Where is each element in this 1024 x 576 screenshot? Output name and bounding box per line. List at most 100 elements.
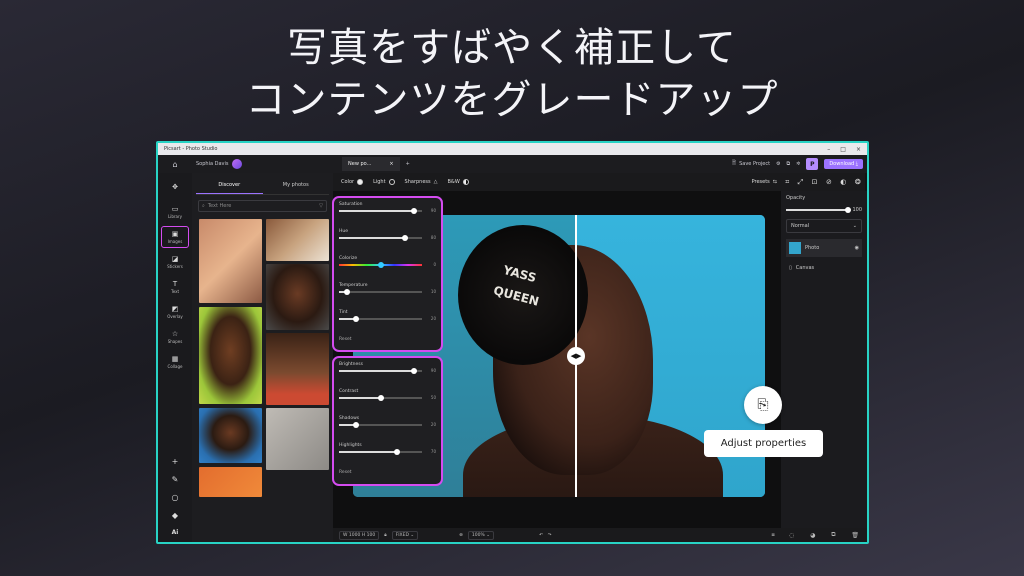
- tab-my-photos[interactable]: My photos: [263, 174, 330, 193]
- layers-toggle-icon[interactable]: ≣: [771, 533, 775, 538]
- close-window-button[interactable]: ×: [856, 146, 861, 153]
- mask-icon[interactable]: ◌: [789, 532, 794, 539]
- compare-handle-icon[interactable]: ◀▶: [567, 347, 585, 365]
- contrast-icon[interactable]: ◐: [840, 178, 846, 186]
- width-input[interactable]: 1000: [349, 533, 360, 538]
- presets-button[interactable]: Presets ⇆: [752, 179, 777, 185]
- image-thumb-3[interactable]: [266, 264, 329, 330]
- rail-item-library[interactable]: ▭ Library: [161, 201, 189, 223]
- lock-icon[interactable]: 🔒︎: [384, 532, 386, 538]
- tab-new-project[interactable]: New po... ×: [342, 157, 400, 171]
- layer-photo[interactable]: Photo ◉: [786, 239, 862, 257]
- blend-icon[interactable]: ◕: [810, 532, 815, 539]
- avatar[interactable]: [231, 159, 242, 169]
- image-thumb-6[interactable]: [199, 408, 262, 463]
- light-slider-knob[interactable]: [352, 422, 359, 428]
- light-slider-knob[interactable]: [394, 449, 401, 455]
- minimize-button[interactable]: –: [827, 146, 830, 153]
- color-slider-track[interactable]: 90: [339, 208, 436, 214]
- search-box[interactable]: ⌕ Text Here ▽: [198, 200, 327, 212]
- download-button[interactable]: Download ⤓: [824, 159, 863, 169]
- height-input[interactable]: 100: [367, 533, 376, 538]
- gear-icon[interactable]: ✲: [796, 161, 800, 167]
- adjust-color[interactable]: Color: [341, 179, 364, 185]
- tab-close-icon[interactable]: ×: [389, 161, 393, 167]
- undo-icon[interactable]: ↶: [539, 533, 543, 538]
- light-slider-row: Contrast 50: [339, 389, 436, 401]
- image-thumb-1[interactable]: [199, 219, 262, 303]
- color-slider-knob[interactable]: [377, 262, 384, 268]
- size-fields[interactable]: W 1000 H 100: [339, 530, 380, 540]
- color-slider-track[interactable]: 10: [339, 289, 436, 295]
- rail-item-overlay[interactable]: ◩ Overlay: [161, 301, 189, 323]
- color-slider-track[interactable]: 20: [339, 316, 436, 322]
- add-tab-icon[interactable]: +: [406, 161, 410, 167]
- add-icon[interactable]: +: [172, 457, 179, 466]
- visibility-icon[interactable]: ◉: [855, 245, 859, 251]
- rail-item-text[interactable]: T Text: [161, 276, 189, 298]
- image-thumb-7[interactable]: [266, 408, 329, 470]
- color-reset-button[interactable]: Reset: [339, 337, 436, 342]
- rail-item-shapes[interactable]: ☆ Shapes: [161, 326, 189, 348]
- ai-button[interactable]: Ai: [172, 529, 179, 536]
- redo-icon[interactable]: ↷: [548, 533, 552, 538]
- rail-move-icon[interactable]: ✥: [161, 176, 189, 198]
- transform-icon[interactable]: ⤢: [798, 178, 804, 187]
- chevron-down-icon: ⌄: [852, 223, 857, 229]
- layer-canvas[interactable]: ▯ Canvas: [786, 259, 862, 277]
- adjust-icon[interactable]: ⊡: [812, 178, 818, 186]
- share-icon[interactable]: ⧉: [787, 161, 791, 167]
- delete-icon[interactable]: 🗑︎: [851, 532, 859, 539]
- color-slider-knob[interactable]: [410, 208, 417, 214]
- tab-discover[interactable]: Discover: [196, 174, 263, 194]
- opacity-slider[interactable]: [786, 207, 852, 213]
- circle-icon[interactable]: ○: [172, 493, 179, 502]
- brush-icon[interactable]: ✎: [172, 475, 179, 484]
- color-slider-knob[interactable]: [352, 316, 359, 322]
- filters-icon[interactable]: ❂: [855, 178, 861, 186]
- light-slider-track[interactable]: 50: [339, 395, 436, 401]
- image-thumb-5[interactable]: [266, 333, 329, 405]
- adjust-bw[interactable]: B&W: [448, 179, 469, 185]
- effects-icon[interactable]: ⊘: [826, 178, 832, 186]
- save-label: Save Project: [739, 161, 771, 167]
- blend-mode-select[interactable]: Normal ⌄: [786, 219, 862, 233]
- light-slider-row: Brightness 90: [339, 362, 436, 374]
- rail-item-stickers[interactable]: ◪ Stickers: [161, 251, 189, 273]
- crop-icon[interactable]: ⌗: [785, 178, 789, 187]
- adjust-properties-icon[interactable]: ⎘: [744, 386, 782, 424]
- light-slider-track[interactable]: 70: [339, 449, 436, 455]
- light-reset-button[interactable]: Reset: [339, 470, 436, 475]
- home-icon[interactable]: ⌂: [158, 160, 192, 169]
- eraser-icon[interactable]: ◆: [172, 511, 178, 520]
- save-project-button[interactable]: 🗎 Save Project: [732, 160, 770, 168]
- image-thumb-4[interactable]: [199, 307, 262, 404]
- top-bar: ⌂ Sophia Davis New po... × + 🗎 Save Proj…: [158, 155, 867, 173]
- color-slider-track[interactable]: 80: [339, 235, 436, 241]
- search-input[interactable]: Text Here: [208, 203, 232, 209]
- color-slider-track[interactable]: 0: [339, 262, 436, 268]
- settings-icon[interactable]: ⚙: [776, 161, 780, 167]
- adjust-light[interactable]: Light: [373, 179, 395, 185]
- maximize-button[interactable]: □: [840, 146, 846, 153]
- light-slider-knob[interactable]: [377, 395, 384, 401]
- plan-badge[interactable]: P: [806, 158, 819, 170]
- zoom-select[interactable]: 100% ⌄: [467, 530, 494, 540]
- filter-icon[interactable]: ▽: [319, 203, 323, 209]
- light-slider-track[interactable]: 20: [339, 422, 436, 428]
- color-slider-knob[interactable]: [402, 235, 409, 241]
- rail-item-images[interactable]: ▣ Images: [161, 226, 189, 248]
- color-slider-row: Colorize 0: [339, 256, 436, 268]
- user-menu[interactable]: Sophia Davis: [196, 159, 336, 169]
- light-slider-track[interactable]: 90: [339, 368, 436, 374]
- image-thumb-2[interactable]: [266, 219, 329, 261]
- light-slider-knob[interactable]: [410, 368, 417, 374]
- adjust-sharpness[interactable]: Sharpness △: [405, 179, 438, 185]
- fixed-select[interactable]: FIXED ⌄: [391, 530, 419, 540]
- zoom-icon[interactable]: ⊕: [459, 533, 463, 538]
- image-thumb-8[interactable]: [199, 467, 262, 497]
- opacity-knob[interactable]: [845, 207, 852, 213]
- color-slider-knob[interactable]: [344, 289, 351, 295]
- rail-item-collage[interactable]: ▦ Collage: [161, 351, 189, 373]
- duplicate-icon[interactable]: ⧉: [831, 531, 835, 539]
